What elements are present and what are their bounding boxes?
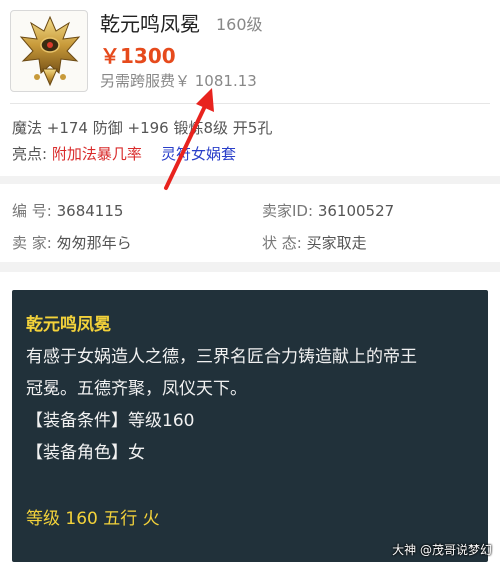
status-label: 状 态: (262, 234, 302, 252)
divider (10, 103, 490, 104)
item-level: 160级 (216, 15, 263, 34)
seller-label: 卖 家: (12, 234, 52, 252)
item-header: 乾元鸣凤冕 160级 ￥1300 另需跨服费￥ 1081.13 (0, 0, 500, 96)
highlight-label: 亮点: (12, 145, 48, 163)
info-status: 状 态: 买家取走 (262, 232, 367, 253)
watermark: 大神 @茂哥说梦幻 (392, 543, 492, 557)
info-seller-id: 卖家ID: 36100527 (262, 200, 394, 221)
seller-id-value: 36100527 (317, 202, 395, 220)
info-code: 编 号: 3684115 (12, 200, 123, 221)
info-seller: 卖 家: 匆匆那年ら (12, 232, 132, 253)
desc-line: 有感于女娲造人之德，三界名匠合力铸造献上的帝王 (26, 347, 417, 367)
desc-title: 乾元鸣凤冕 (26, 315, 111, 335)
item-name: 乾元鸣凤冕 (100, 12, 200, 36)
status-value: 买家取走 (306, 234, 367, 252)
crown-icon (19, 15, 81, 87)
desc-requirement: 【装备条件】等级160 (26, 411, 195, 431)
highlight-crit: 附加法暴几率 (51, 145, 142, 163)
desc-line: 冠冕。五德齐聚，凤仪天下。 (26, 379, 247, 399)
item-description-panel: 乾元鸣凤冕 有感于女娲造人之德，三界名匠合力铸造献上的帝王 冠冕。五德齐聚，凤仪… (12, 290, 488, 562)
seller-value: 匆匆那年ら (56, 234, 132, 252)
item-highlights: 亮点: 附加法暴几率 灵符女娲套 (12, 143, 236, 164)
code-label: 编 号: (12, 202, 52, 220)
seller-id-label: 卖家ID: (262, 202, 314, 220)
desc-role: 【装备角色】女 (26, 443, 145, 463)
section-gap (0, 262, 500, 272)
desc-footer: 等级 160 五行 火 (26, 509, 160, 529)
cross-server-fee: 另需跨服费￥ 1081.13 (100, 72, 257, 90)
item-price: ￥1300 (100, 44, 176, 68)
highlight-set[interactable]: 灵符女娲套 (161, 145, 236, 163)
code-value: 3684115 (56, 202, 124, 220)
item-attributes: 魔法 +174 防御 +196 锻炼8级 开5孔 (12, 119, 273, 137)
item-thumbnail[interactable] (10, 10, 88, 92)
section-gap (0, 176, 500, 184)
